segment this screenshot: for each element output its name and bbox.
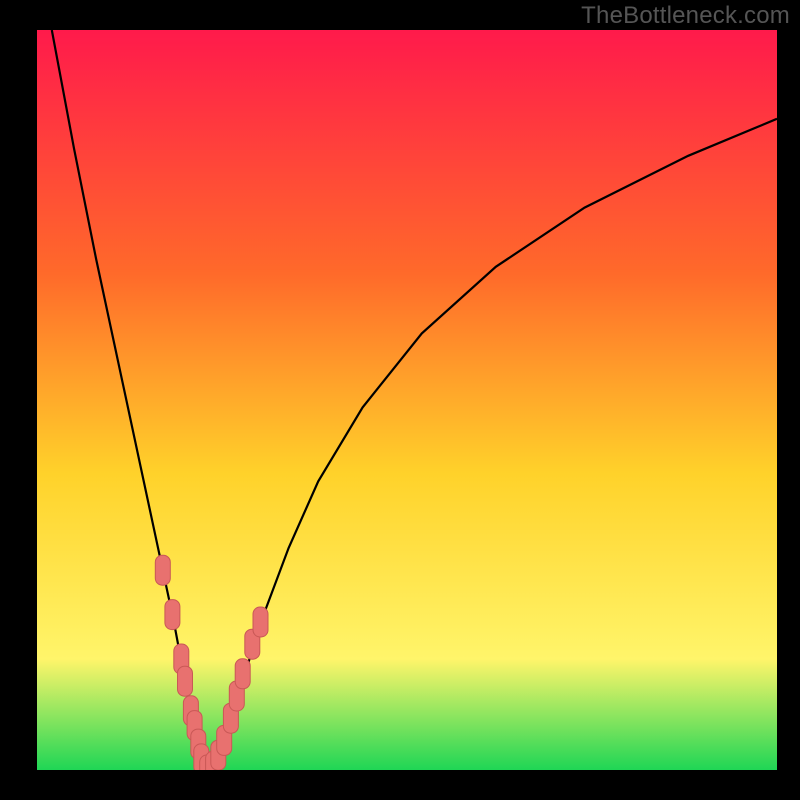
curve-marker	[235, 659, 250, 689]
chart-stage: TheBottleneck.com	[0, 0, 800, 800]
plot-background	[37, 30, 777, 770]
curve-marker	[155, 555, 170, 585]
curve-marker	[253, 607, 268, 637]
curve-marker	[178, 666, 193, 696]
curve-marker	[165, 600, 180, 630]
bottleneck-chart	[0, 0, 800, 800]
watermark-text: TheBottleneck.com	[581, 2, 790, 30]
